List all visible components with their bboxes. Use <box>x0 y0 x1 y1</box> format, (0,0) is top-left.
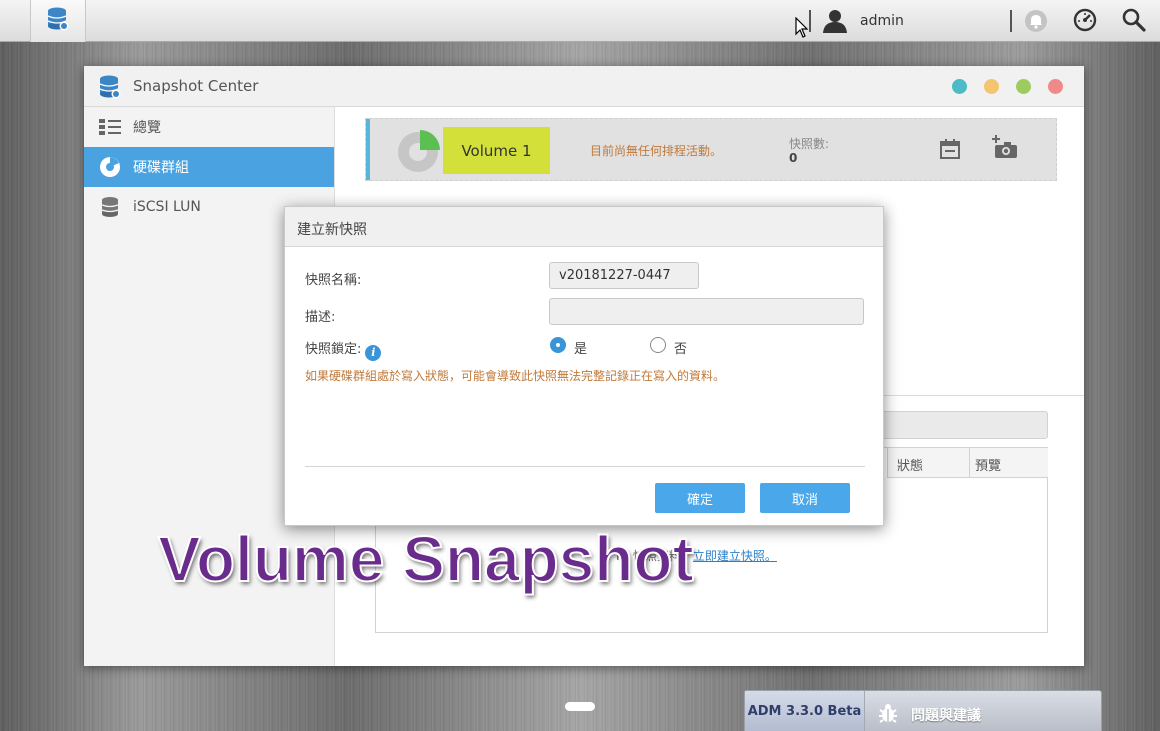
user-icon[interactable] <box>822 9 848 37</box>
sidebar-item-volume[interactable]: 硬碟群組 <box>84 147 334 187</box>
column-header-status[interactable]: 狀態 <box>887 448 969 478</box>
create-snapshot-link[interactable]: 立即建立快照。 <box>693 549 777 563</box>
feedback-button[interactable]: 問題與建議 <box>877 702 981 728</box>
lock-yes-label[interactable]: 是 <box>574 338 587 357</box>
storage-manager-app-button[interactable] <box>30 0 86 42</box>
search-icon[interactable] <box>1122 8 1146 36</box>
desktop-indicator[interactable] <box>565 702 595 711</box>
adm-version: ADM 3.3.0 Beta <box>745 691 865 731</box>
cancel-button[interactable]: 取消 <box>760 483 850 513</box>
topbar-separator <box>809 10 811 32</box>
notification-icon[interactable] <box>1024 9 1048 37</box>
volume-icon <box>99 156 121 178</box>
storage-manager-icon <box>46 6 70 36</box>
ok-button[interactable]: 確定 <box>655 483 745 513</box>
snapshot-lock-label: 快照鎖定: <box>305 342 362 357</box>
volume-name: Volume 1 <box>443 127 550 174</box>
window-title: Snapshot Center <box>133 77 259 95</box>
description-label: 描述: <box>305 310 336 325</box>
dialog-divider <box>305 466 865 467</box>
sidebar-item-label: iSCSI LUN <box>133 199 201 215</box>
snapshot-name-input[interactable] <box>549 262 699 289</box>
snapshot-lock-row: 快照鎖定: i <box>305 338 382 361</box>
username-label[interactable]: admin <box>860 13 904 29</box>
write-state-warning: 如果硬碟群組處於寫入狀態，可能會導致此快照無法完整記錄正在寫入的資料。 <box>305 369 726 383</box>
snapshot-count-value: 0 <box>789 151 798 165</box>
database-icon <box>99 196 121 218</box>
bug-icon <box>877 702 899 728</box>
bottom-info-bar: ADM 3.3.0 Beta 問題與建議 <box>744 690 1102 731</box>
sidebar-item-label: 硬碟群組 <box>133 160 189 176</box>
close-button[interactable] <box>1048 79 1063 94</box>
dialog-title: 建立新快照 <box>285 207 883 247</box>
volume-card[interactable]: Volume 1 目前尚無任何排程活動。 快照數: 0 <box>365 118 1057 181</box>
schedule-calendar-icon[interactable] <box>940 139 960 163</box>
minimize-button[interactable] <box>952 79 967 94</box>
topbar-separator <box>1010 10 1012 32</box>
snapshot-center-icon <box>98 74 122 104</box>
column-header-preview[interactable]: 預覽 <box>969 448 1048 478</box>
restore-button[interactable] <box>984 79 999 94</box>
description-input[interactable] <box>549 298 864 325</box>
create-snapshot-dialog: 建立新快照 快照名稱: 描述: 快照鎖定:i 是 否 如果硬碟群組處於寫入狀態，… <box>284 206 884 526</box>
schedule-message: 目前尚無任何排程活動。 <box>590 144 723 158</box>
feedback-label: 問題與建議 <box>911 708 981 724</box>
snapshot-count-label: 快照數: <box>789 137 830 151</box>
take-snapshot-camera-icon[interactable] <box>992 135 1018 163</box>
top-taskbar: admin <box>0 0 1160 42</box>
info-icon[interactable]: i <box>365 344 382 361</box>
snapshot-name-label: 快照名稱: <box>305 273 362 288</box>
window-titlebar[interactable]: Snapshot Center <box>84 66 1084 107</box>
sidebar-item-overview[interactable]: 總覽 <box>84 107 334 147</box>
list-icon <box>99 116 121 138</box>
sidebar-item-label: 總覽 <box>133 120 161 136</box>
mouse-cursor-icon <box>795 16 809 42</box>
overlay-caption: Volume Snapshot <box>157 522 695 596</box>
lock-yes-radio[interactable] <box>550 337 566 353</box>
volume-card-accent <box>366 119 370 180</box>
dashboard-icon[interactable] <box>1073 8 1097 36</box>
lock-no-radio[interactable] <box>650 337 666 353</box>
maximize-button[interactable] <box>1016 79 1031 94</box>
volume-usage-icon <box>396 128 442 178</box>
lock-no-label[interactable]: 否 <box>674 338 687 357</box>
